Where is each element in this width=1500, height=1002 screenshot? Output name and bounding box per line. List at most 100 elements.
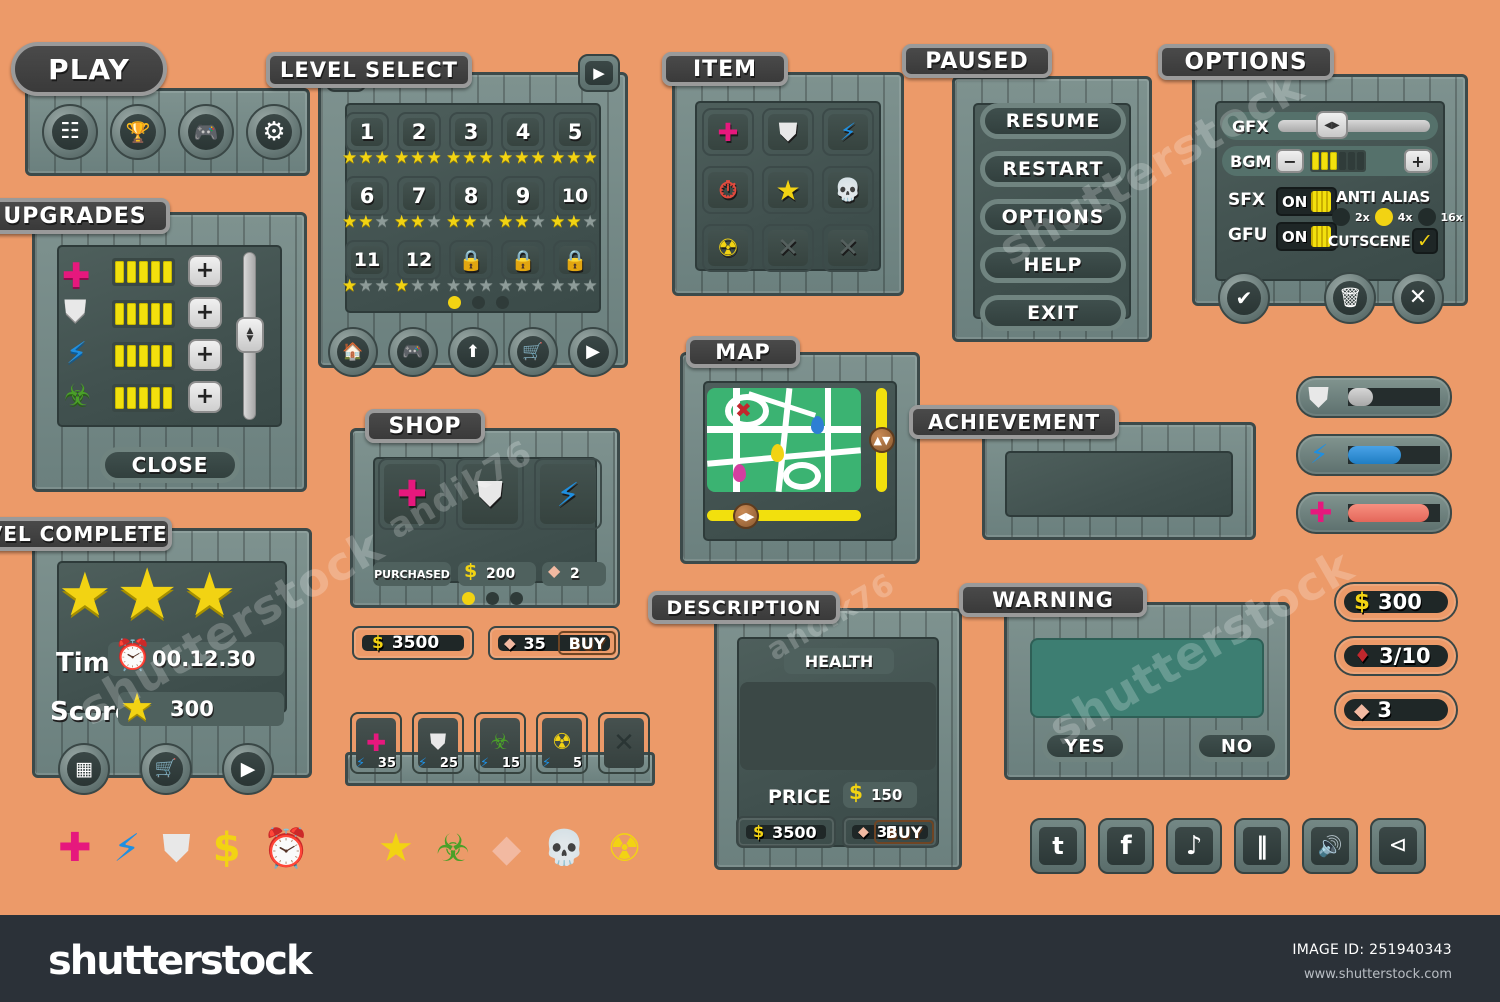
item-cell[interactable]: ★ [762, 166, 814, 214]
warning-no-button[interactable]: NO [1194, 730, 1280, 762]
level-tile[interactable]: 2 [397, 112, 441, 152]
play-button[interactable]: PLAY [11, 42, 167, 96]
upgrade-plus-energy[interactable]: + [188, 339, 222, 371]
item-cell[interactable]: ☢ [702, 224, 754, 272]
inventory-slot[interactable]: ⛊ ⚡ 25 [412, 712, 464, 774]
level-stars: ★ ★ ★ [550, 212, 598, 232]
anti-alias-radio-16x[interactable] [1417, 208, 1436, 226]
shop-buy-button[interactable]: BUY [558, 631, 616, 655]
options-button[interactable]: OPTIONS [980, 199, 1126, 235]
leaderboard-button[interactable]: ☷ [42, 104, 98, 160]
shop-page-dots[interactable] [462, 592, 523, 605]
item-cell[interactable]: ⛊ [762, 108, 814, 156]
facebook-button[interactable]: f [1098, 818, 1154, 874]
level-tile[interactable]: 7 [397, 176, 441, 216]
map-pin-yellow[interactable] [771, 444, 784, 462]
upgrade-plus-shield[interactable]: + [188, 297, 222, 329]
level-tile[interactable]: 12 [397, 240, 441, 280]
inventory-slot-empty[interactable]: ✕ [598, 712, 650, 774]
page-dot[interactable] [462, 592, 475, 605]
share-button[interactable]: ⊲ [1370, 818, 1426, 874]
level-tile[interactable]: 3 [449, 112, 493, 152]
options-confirm-button[interactable]: ✔ [1218, 272, 1270, 324]
map-horizontal-scrollbar[interactable] [707, 510, 861, 521]
anti-alias-radio-2x[interactable] [1332, 208, 1350, 226]
trophy-button[interactable]: 🏆 [110, 104, 166, 160]
sfx-toggle[interactable]: ON [1276, 187, 1338, 216]
shop-item-slot[interactable]: ✚ [378, 458, 446, 530]
map-view[interactable]: ✖ [707, 388, 861, 492]
inventory-slot[interactable]: ☣ ⚡ 15 [474, 712, 526, 774]
bgm-plus-button[interactable]: + [1404, 149, 1432, 173]
bgm-level-bar[interactable] [1310, 150, 1366, 172]
item-cell[interactable]: ⏱ [702, 166, 754, 214]
level-tile-locked[interactable]: 🔒 [449, 240, 493, 280]
next-level-button[interactable]: ▶ [222, 743, 274, 795]
level-tile[interactable]: 11 [345, 240, 389, 280]
help-button[interactable]: HELP [980, 247, 1126, 283]
map-vertical-scroll-handle[interactable]: ▲▼ [869, 427, 895, 453]
pause-button[interactable]: ‖ [1234, 818, 1290, 874]
item-cell-empty[interactable]: ✕ [762, 224, 814, 272]
upgrade-plus-bio[interactable]: + [188, 381, 222, 413]
options-close-button[interactable]: ✕ [1392, 272, 1444, 324]
map-horizontal-scroll-handle[interactable]: ◀▶ [733, 503, 759, 529]
share-upload-button[interactable]: ⬆ [448, 327, 498, 377]
level-tile-locked[interactable]: 🔒 [553, 240, 597, 280]
upgrades-scroll-handle[interactable]: ▲ ▼ [236, 317, 264, 353]
gamepad-button[interactable]: 🎮 [388, 327, 438, 377]
description-title: DESCRIPTION [648, 591, 840, 624]
item-cell[interactable]: ✚ [702, 108, 754, 156]
shop-item-slot[interactable]: ⛊ [456, 458, 524, 530]
options-delete-button[interactable]: 🗑 [1324, 272, 1376, 324]
item-cell[interactable]: ⚡ [822, 108, 874, 156]
page-dot[interactable] [472, 296, 485, 309]
warning-yes-button[interactable]: YES [1042, 730, 1128, 762]
upgrades-title-label: UPGRADES [3, 203, 147, 229]
level-tile[interactable]: 4 [501, 112, 545, 152]
shop-cart-button[interactable]: 🛒 [508, 327, 558, 377]
description-buy-button[interactable]: BUY [874, 820, 934, 844]
restart-button[interactable]: RESTART [980, 151, 1126, 187]
gfx-slider-handle[interactable]: ◀▶ [1316, 111, 1348, 139]
shop-item-slot[interactable]: ⚡ [534, 458, 602, 530]
level-tile[interactable]: 5 [553, 112, 597, 152]
resume-button[interactable]: RESUME [980, 103, 1126, 139]
map-pin-blue[interactable] [811, 416, 824, 434]
levels-grid-button[interactable]: ▦ [58, 743, 110, 795]
sound-button[interactable]: 🔊 [1302, 818, 1358, 874]
home-button[interactable]: 🏠 [328, 327, 378, 377]
inventory-slot[interactable]: ✚ ⚡ 35 [350, 712, 402, 774]
level-tile[interactable]: 8 [449, 176, 493, 216]
shop-cart-button[interactable]: 🛒 [140, 743, 192, 795]
settings-button[interactable]: ⚙ [246, 104, 302, 160]
music-button[interactable]: ♪ [1166, 818, 1222, 874]
level-page-dots[interactable] [448, 296, 509, 309]
gamepad-button[interactable]: 🎮 [178, 104, 234, 160]
page-dot[interactable] [496, 296, 509, 309]
upgrades-close-button[interactable]: CLOSE [100, 447, 240, 483]
level-tile[interactable]: 9 [501, 176, 545, 216]
level-tile[interactable]: 6 [345, 176, 389, 216]
upgrade-plus-health[interactable]: + [188, 255, 222, 287]
item-cell[interactable]: 💀 [822, 166, 874, 214]
map-pin-pink[interactable] [733, 464, 746, 482]
inventory-slot[interactable]: ☢ ⚡ 5 [536, 712, 588, 774]
item-cell-empty[interactable]: ✕ [822, 224, 874, 272]
twitter-button[interactable]: t [1030, 818, 1086, 874]
level-tile-locked[interactable]: 🔒 [501, 240, 545, 280]
lightning-icon: ⚡ [828, 114, 868, 150]
page-dot[interactable] [486, 592, 499, 605]
map-title: MAP [686, 336, 800, 368]
level-page-next-button[interactable]: ▶ [578, 54, 620, 92]
anti-alias-radio-4x[interactable] [1374, 208, 1393, 226]
play-button[interactable]: ▶ [568, 327, 618, 377]
page-dot[interactable] [510, 592, 523, 605]
gfx-slider-track[interactable] [1278, 120, 1430, 132]
cutscene-checkbox[interactable]: ✓ [1412, 228, 1438, 254]
bgm-minus-button[interactable]: − [1276, 149, 1304, 173]
level-tile[interactable]: 1 [345, 112, 389, 152]
page-dot[interactable] [448, 296, 461, 309]
exit-button[interactable]: EXIT [980, 295, 1126, 331]
level-tile[interactable]: 10 [553, 176, 597, 216]
